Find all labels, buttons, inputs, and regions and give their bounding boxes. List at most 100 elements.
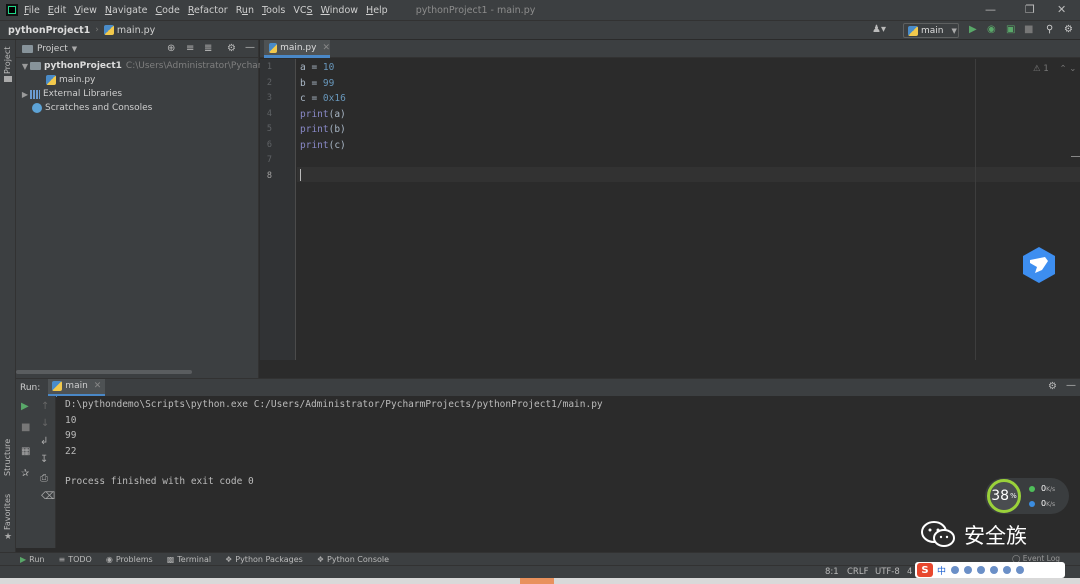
punctuation-icon[interactable] [951,566,960,574]
coverage-icon[interactable]: ▣ [1006,24,1015,35]
menu-edit[interactable]: Edit [48,5,66,16]
gear-icon[interactable]: ⚙ [227,43,236,54]
print-icon[interactable]: ⎙ [40,473,48,484]
run-config-label: main [921,25,944,36]
stop-icon[interactable]: ■ [21,422,30,433]
close-icon[interactable]: ✕ [1057,3,1066,16]
minimize-icon[interactable]: — [985,3,996,16]
hide-panel-icon[interactable]: — [245,42,255,53]
file-encoding[interactable]: UTF-8 [875,567,900,577]
code-builtin: print [300,140,329,151]
breadcrumb-project[interactable]: pythonProject1 [8,25,90,36]
packages-icon: ❖ [225,554,233,564]
code-editor[interactable]: a = 10 b = 99 c = 0x16 print(a) print(b)… [297,59,1080,360]
menu-help[interactable]: Help [366,5,388,16]
run-configuration-select[interactable]: main ▼ [903,23,959,38]
breadcrumb-separator-icon: › [95,25,99,35]
editor-tab-bar: main.py ✕ [260,40,1080,58]
pin-icon[interactable]: ✰ [21,468,29,479]
run-tab-main[interactable]: main ✕ [48,378,106,397]
breadcrumb-file[interactable]: main.py [103,25,155,36]
search-icon[interactable]: ⚲ [1046,24,1053,35]
menu-view[interactable]: View [74,5,97,16]
upload-icon [1029,485,1035,492]
gear-icon[interactable]: ⚙ [1048,381,1057,392]
user-icon[interactable]: ♟▾ [872,24,886,35]
soft-wrap-icon[interactable]: ↲ [40,436,48,447]
tool-python-packages[interactable]: ❖ Python Packages [225,555,303,564]
tree-item-project-root[interactable]: ▼ pythonProject1 C:\Users\Administrator\… [20,59,279,73]
pycharm-logo-icon [6,4,18,16]
emoji-icon[interactable] [964,566,973,574]
tree-item-scratches[interactable]: Scratches and Consoles [32,101,152,115]
close-tab-icon[interactable]: ✕ [94,381,102,391]
tree-item-external-libraries[interactable]: ▶ External Libraries [20,87,122,101]
code-line: print(c) [300,140,346,151]
ime-language-toggle[interactable]: 中 [937,564,946,577]
menu-refactor[interactable]: Refactor [188,5,228,16]
expanded-arrow-icon[interactable]: ▼ [20,62,30,71]
inspection-widget[interactable]: ⚠ 1 ⌃ ⌄ [1033,64,1076,74]
console-line: 10 [65,415,77,426]
python-file-icon [103,25,114,35]
layout-icon[interactable]: ▦ [21,446,30,457]
code-builtin: print [300,124,329,135]
stripe-favorites-tab[interactable]: Favorites [3,494,12,530]
scroll-to-end-icon[interactable]: ↧ [40,454,48,465]
menu-code[interactable]: Code [156,5,180,16]
locate-icon[interactable]: ⊕ [167,43,175,54]
chevron-up-icon[interactable]: ⌃ [1059,64,1066,74]
scroll-up-icon[interactable]: ↑ [41,401,49,412]
caret-position[interactable]: 8:1 [825,567,839,577]
settings-icon[interactable]: ⚙ [1064,24,1073,35]
stripe-project-tab[interactable]: Project [3,47,12,74]
tool-problems[interactable]: ◉ Problems [106,555,153,564]
run-icon[interactable]: ▶ [969,24,977,35]
terminal-icon: ▩ [166,554,175,564]
code-number: 0x16 [322,93,346,104]
menu-run[interactable]: Run [236,5,254,16]
star-icon: ★ [4,532,13,542]
tab-label: main.py [280,42,317,53]
debug-icon[interactable]: ◉ [987,24,996,35]
rerun-icon[interactable]: ▶ [21,401,29,412]
collapse-all-icon[interactable]: ≣ [204,43,212,54]
close-tab-icon[interactable]: ✕ [322,43,330,53]
menu-file[interactable]: File [24,5,40,16]
hide-panel-icon[interactable]: — [1066,380,1076,391]
microphone-icon[interactable] [977,566,986,574]
skin-icon[interactable] [1003,566,1012,574]
tool-python-console[interactable]: ❖ Python Console [317,555,389,564]
left-tool-stripe: Project Structure Favorites ★ [0,40,16,552]
expand-all-icon[interactable]: ≡ [186,43,194,54]
wechat-icon [921,521,955,547]
project-view-selector[interactable]: Project [37,44,68,54]
tab-main-py[interactable]: main.py ✕ [264,40,330,58]
toolbox-icon[interactable] [1016,566,1025,574]
line-separator[interactable]: CRLF [847,567,868,577]
stripe-structure-tab[interactable]: Structure [3,439,12,476]
cpu-percent: 38 [991,488,1010,504]
menu-navigate[interactable]: Navigate [105,5,148,16]
chevron-down-icon[interactable]: ⌄ [1069,64,1076,74]
line-number: 6 [266,140,272,150]
scroll-down-icon[interactable]: ↓ [41,418,49,429]
tool-todo[interactable]: ≡ TODO [59,555,92,564]
console-line: Process finished with exit code 0 [65,476,254,487]
tree-item-main-py[interactable]: main.py [46,73,95,87]
chevron-down-icon[interactable]: ▼ [72,45,77,53]
code-args: (b) [328,124,346,135]
trash-icon[interactable]: ⌫ [41,491,55,502]
tool-terminal[interactable]: ▩ Terminal [167,555,211,564]
menu-window[interactable]: Window [321,5,358,16]
collapsed-arrow-icon[interactable]: ▶ [20,90,30,99]
menu-tools[interactable]: Tools [262,5,285,16]
horizontal-scrollbar[interactable] [16,370,192,374]
keyboard-icon[interactable] [990,566,999,574]
navigation-bar: pythonProject1 › main.py ♟▾ main ▼ ▶ ◉ ▣… [0,20,1080,40]
stop-icon[interactable]: ■ [1024,24,1033,35]
restore-icon[interactable]: ❐ [1025,3,1035,16]
tool-run[interactable]: ▶ Run [20,555,45,564]
menu-vcs[interactable]: VCS [293,5,312,16]
tool-packages-label: Python Packages [235,554,303,564]
